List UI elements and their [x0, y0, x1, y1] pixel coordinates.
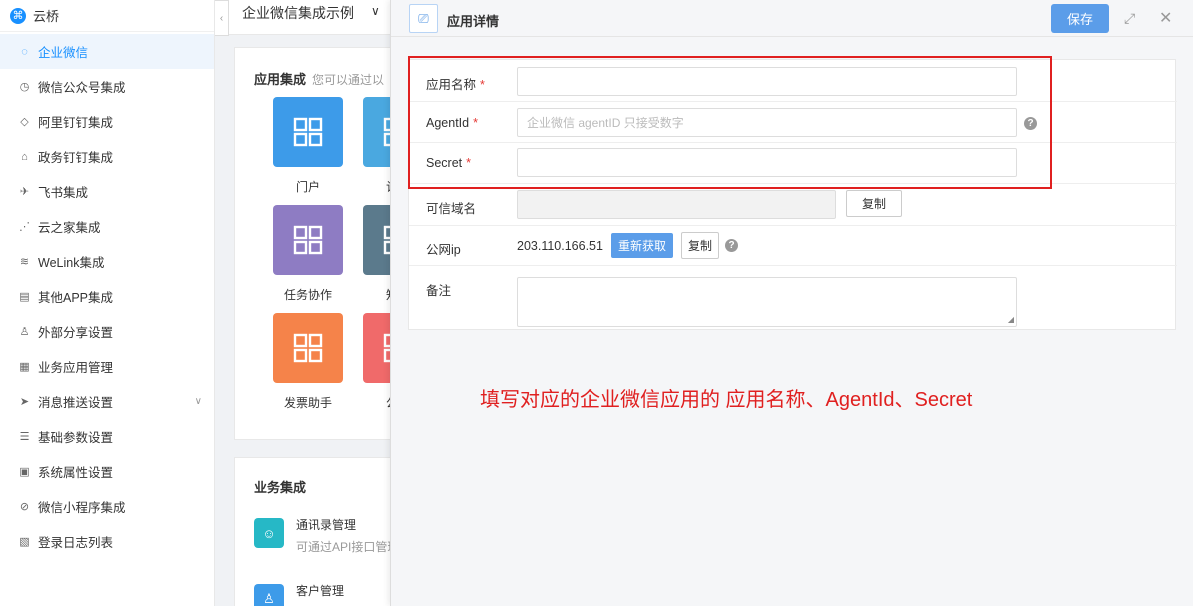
building-icon: ⌂ [21, 150, 28, 163]
log-icon: ▧ [19, 536, 30, 548]
sidebar-item-7[interactable]: ▤ 其他APP集成 [0, 279, 214, 314]
sidebar-item-6[interactable]: ≋ WeLink集成 [0, 244, 214, 279]
sidebar-item-label: 业务应用管理 [38, 361, 114, 375]
app-tile-label: 任务协作 [283, 288, 332, 302]
grid-icon [293, 117, 323, 147]
sidebar-item-14[interactable]: ▧ 登录日志列表 [0, 524, 214, 559]
app-icon: ▤ [19, 291, 30, 303]
grid-icon [293, 333, 323, 363]
highlight-box [408, 56, 1052, 189]
public-ip-label: 公网ip [426, 243, 461, 257]
biz-integration-title: 业务集成 [254, 480, 307, 495]
app-tile-4[interactable] [273, 313, 343, 383]
pin-icon: ◇ [20, 116, 29, 128]
project-selector[interactable]: 企业微信集成示例 [242, 3, 354, 23]
user-icon: ♙ [19, 326, 30, 338]
form-row-public-ip: 公网ip 203.110.166.51 重新获取 复制 ? [409, 226, 1177, 266]
sidebar-item-label: 阿里钉钉集成 [38, 116, 114, 130]
copy-domain-button[interactable]: 复制 [846, 190, 902, 217]
sidebar-item-8[interactable]: ♙ 外部分享设置 [0, 314, 214, 349]
contacts-icon: ☺ [254, 518, 284, 548]
biz-integration-card: 业务集成 ☺通讯录管理可通过API接口管理♙客户管理可通过企业微信 [234, 457, 399, 606]
chevron-down-icon[interactable]: ∨ [371, 4, 380, 18]
miniprogram-icon: ⊘ [19, 501, 30, 513]
trusted-domain-input [517, 190, 836, 219]
app-detail-icon: ⎚ [409, 4, 438, 33]
app-name: 云桥 [33, 9, 60, 24]
form-row-remark: 备注 ◢ [409, 266, 1177, 331]
paper-plane-icon: ✈ [19, 186, 30, 198]
grid-icon: ▦ [19, 361, 30, 373]
sidebar-item-label: 登录日志列表 [38, 536, 114, 550]
sidebar-menu: ◌ 企业微信 ◷ 微信公众号集成 ◇ 阿里钉钉集成 ⌂ 政务钉钉集成 ✈ 飞书集成 ⋰ 云之家集成 ≋ W… [0, 34, 214, 559]
sidebar-item-label: 政务钉钉集成 [38, 151, 114, 165]
sidebar-header: ⌘ 云桥 [0, 0, 214, 32]
sidebar-item-4[interactable]: ✈ 飞书集成 [0, 174, 214, 209]
biz-item-name[interactable]: 客户管理 [296, 582, 344, 599]
sidebar-item-label: 微信小程序集成 [38, 501, 126, 515]
section-title: 应用集成 [254, 72, 307, 87]
app-tile-label: 门户 [295, 180, 320, 194]
sidebar-item-3[interactable]: ⌂ 政务钉钉集成 [0, 139, 214, 174]
app-tile-label: 发票助手 [283, 396, 332, 410]
sidebar-item-label: 企业微信 [38, 46, 89, 60]
section-subtitle: 您可以通过以 [312, 73, 385, 87]
drawer-header: ⎚ 应用详情 保存 ⤢ ✕ [391, 0, 1193, 37]
chevron-down-icon[interactable]: ∨ [195, 396, 202, 407]
sidebar-item-label: 其他APP集成 [38, 291, 114, 305]
top-bar: ‹ 企业微信集成示例 ∨ [215, 0, 390, 36]
collapse-sidebar-button[interactable]: ‹ [215, 0, 229, 36]
sidebar-item-1[interactable]: ◷ 微信公众号集成 [0, 69, 214, 104]
public-ip-value: 203.110.166.51 [517, 239, 603, 253]
app-logo-icon: ⌘ [10, 7, 26, 24]
copy-ip-button[interactable]: 复制 [681, 232, 719, 259]
cloud-nodes-icon: ⋰ [19, 221, 30, 233]
drawer-title: 应用详情 [447, 14, 500, 29]
send-icon: ➤ [19, 396, 30, 408]
sidebar-item-5[interactable]: ⋰ 云之家集成 [0, 209, 214, 244]
sidebar: ⌘ 云桥 ◌ 企业微信 ◷ 微信公众号集成 ◇ 阿里钉钉集成 ⌂ 政务钉钉集成 ✈ 飞书集成 ⋰ 云之… [0, 0, 215, 606]
sidebar-item-11[interactable]: ☰ 基础参数设置 [0, 419, 214, 454]
chat-icon: ◌ [21, 45, 28, 58]
sidebar-item-label: 基础参数设置 [38, 431, 114, 445]
sidebar-item-label: WeLink集成 [38, 256, 105, 270]
window-icon: ▣ [19, 466, 30, 478]
sidebar-item-label: 系统属性设置 [38, 466, 114, 480]
form-row-trusted-domain: 可信域名 复制 [409, 184, 1177, 226]
layers-icon: ≋ [19, 256, 30, 268]
sidebar-item-label: 消息推送设置 [38, 396, 114, 410]
sidebar-item-13[interactable]: ⊘ 微信小程序集成 [0, 489, 214, 524]
app-tile-0[interactable] [273, 97, 343, 167]
refresh-ip-button[interactable]: 重新获取 [611, 233, 673, 258]
expand-icon[interactable]: ⤢ [1124, 10, 1135, 27]
remark-textarea[interactable]: ◢ [517, 277, 1017, 327]
help-icon[interactable]: ? [725, 239, 738, 252]
biz-item-desc: 可通过API接口管理 [296, 540, 400, 554]
sidebar-item-9[interactable]: ▦ 业务应用管理 [0, 349, 214, 384]
clock-icon: ◷ [19, 81, 30, 93]
annotation-text: 填写对应的企业微信应用的 应用名称、AgentId、Secret [480, 389, 973, 411]
save-button[interactable]: 保存 [1051, 4, 1109, 33]
sidebar-item-10[interactable]: ➤ 消息推送设置 ∨ [0, 384, 214, 419]
sidebar-item-label: 外部分享设置 [38, 326, 114, 340]
trusted-domain-label: 可信域名 [426, 202, 477, 216]
resize-grip-icon[interactable]: ◢ [1008, 315, 1014, 324]
remark-label: 备注 [426, 284, 452, 298]
app-integration-title: 应用集成 您可以通过以 [254, 69, 384, 88]
app-tile-2[interactable] [273, 205, 343, 275]
biz-item-name[interactable]: 通讯录管理 [296, 516, 356, 533]
sidebar-item-2[interactable]: ◇ 阿里钉钉集成 [0, 104, 214, 139]
customer-icon: ♙ [254, 584, 284, 606]
sliders-icon: ☰ [19, 431, 30, 443]
sidebar-item-label: 飞书集成 [38, 186, 89, 200]
close-icon[interactable]: ✕ [1159, 8, 1172, 28]
sidebar-item-label: 微信公众号集成 [38, 81, 126, 95]
sidebar-item-12[interactable]: ▣ 系统属性设置 [0, 454, 214, 489]
app-integration-card: 应用集成您可以通过以 门户计划任务协作知识发票助手公文 [234, 47, 433, 440]
grid-icon [293, 225, 323, 255]
sidebar-item-label: 云之家集成 [38, 221, 101, 235]
sidebar-item-0[interactable]: ◌ 企业微信 [0, 34, 214, 69]
